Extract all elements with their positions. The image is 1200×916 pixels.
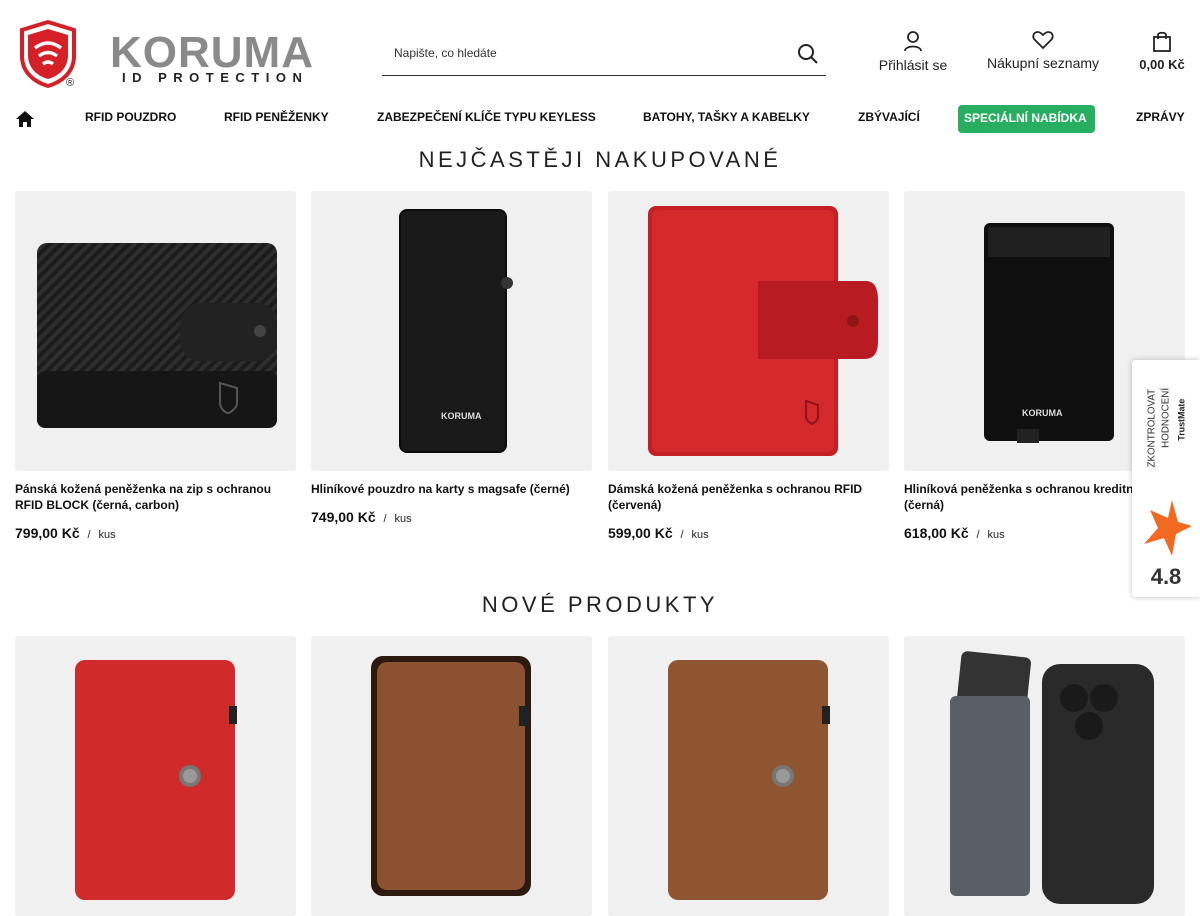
- home-icon[interactable]: [15, 110, 35, 128]
- svg-text:KORUMA: KORUMA: [441, 411, 482, 421]
- product-card[interactable]: [904, 636, 1185, 916]
- cart-link[interactable]: 0,00 Kč: [1134, 30, 1190, 72]
- wishlist-link[interactable]: Nákupní seznamy: [983, 30, 1103, 71]
- search-bar: [382, 32, 826, 76]
- product-card[interactable]: [608, 636, 889, 916]
- trustmate-label: ZKONTROLOVAT HODNOCENÍ TrustMate: [1146, 388, 1187, 468]
- search-icon[interactable]: [796, 42, 820, 66]
- trustmate-brand: TrustMate: [1177, 399, 1187, 441]
- wallet-carbon-image: [37, 243, 277, 428]
- trustmate-rating: 4.8: [1150, 564, 1182, 589]
- aluminium-card-holder-image: KORUMA: [399, 209, 513, 453]
- product-unit-separator: /: [680, 529, 684, 541]
- product-unit: kus: [98, 529, 116, 541]
- brown-card-holder-image: [371, 656, 531, 896]
- koruma-logo[interactable]: ® KORUMA ID PROTECTION: [18, 20, 313, 90]
- nav-rfid-penezenky[interactable]: RFID PENĚŽENKY: [224, 110, 329, 124]
- svg-text:KORUMA: KORUMA: [1022, 408, 1063, 418]
- trustmate-star-icon: [1144, 500, 1192, 556]
- product-price: 799,00 Kč: [15, 525, 80, 541]
- product-unit-separator: /: [976, 529, 980, 541]
- header: ® KORUMA ID PROTECTION Přihlásit se Náku…: [0, 0, 1200, 100]
- product-price: 749,00 Kč: [311, 509, 376, 525]
- product-card[interactable]: Dámská kožená peněženka s ochranou RFID …: [608, 191, 889, 541]
- login-link[interactable]: Přihlásit se: [872, 30, 954, 73]
- wishlist-label: Nákupní seznamy: [986, 55, 1100, 71]
- shopping-bag-icon: [1153, 31, 1171, 52]
- price-row: 599,00 Kč / kus: [608, 525, 889, 541]
- search-input[interactable]: [382, 32, 782, 74]
- nav-news[interactable]: ZPRÁVY: [1136, 110, 1185, 124]
- product-image[interactable]: [311, 636, 592, 916]
- logo-tagline: ID PROTECTION: [122, 70, 309, 85]
- product-price: 618,00 Kč: [904, 525, 969, 541]
- trustmate-label-line2: HODNOCENÍ: [1161, 388, 1172, 448]
- brown-card-wallet-image: [668, 660, 830, 900]
- product-card[interactable]: KORUMA Hliníkové pouzdro na karty s mags…: [311, 191, 592, 525]
- product-image[interactable]: [608, 191, 889, 471]
- product-name[interactable]: Dámská kožená peněženka s ochranou RFID …: [608, 481, 889, 515]
- product-card[interactable]: [15, 636, 296, 916]
- product-image[interactable]: KORUMA: [311, 191, 592, 471]
- login-label: Přihlásit se: [878, 57, 948, 73]
- product-unit: kus: [394, 513, 412, 525]
- trustmate-widget[interactable]: ZKONTROLOVAT HODNOCENÍ TrustMate 4.8: [1132, 360, 1200, 597]
- nav-rfid-pouzdro[interactable]: RFID POUZDRO: [85, 110, 176, 124]
- card-holder-with-phone-image: [950, 651, 1154, 904]
- product-price: 599,00 Kč: [608, 525, 673, 541]
- trustmate-label-line1: ZKONTROLOVAT: [1146, 389, 1157, 468]
- product-image[interactable]: [608, 636, 889, 916]
- product-image[interactable]: [15, 636, 296, 916]
- price-row: 749,00 Kč / kus: [311, 509, 592, 525]
- product-card[interactable]: [311, 636, 592, 916]
- nav-bags[interactable]: BATOHY, TAŠKY A KABELKY: [643, 110, 810, 124]
- nav-keyless[interactable]: ZABEZPEČENÍ KLÍČE TYPU KEYLESS: [377, 110, 596, 124]
- new-products-title: NOVÉ PRODUKTY: [481, 592, 719, 617]
- nav-remaining[interactable]: ZBÝVAJÍCÍ: [858, 110, 920, 124]
- product-unit: kus: [691, 529, 709, 541]
- product-unit: kus: [987, 529, 1005, 541]
- nav-special-offer[interactable]: SPECIÁLNÍ NABÍDKA: [958, 105, 1095, 133]
- heart-icon: [1032, 31, 1054, 50]
- product-card[interactable]: Pánská kožená peněženka na zip s ochrano…: [15, 191, 296, 541]
- product-unit-separator: /: [87, 529, 91, 541]
- product-unit-separator: /: [383, 513, 387, 525]
- user-icon: [904, 31, 922, 52]
- product-name[interactable]: Pánská kožená peněženka na zip s ochrano…: [15, 481, 296, 515]
- product-image[interactable]: [15, 191, 296, 471]
- bestsellers-title: NEJČASTĚJI NAKUPOVANÉ: [418, 147, 782, 172]
- cart-total: 0,00 Kč: [1139, 57, 1185, 72]
- logo-registered: ®: [66, 77, 75, 89]
- price-row: 799,00 Kč / kus: [15, 525, 296, 541]
- product-image[interactable]: [904, 636, 1185, 916]
- red-wallet-image: [648, 206, 878, 456]
- red-card-wallet-image: [75, 660, 237, 900]
